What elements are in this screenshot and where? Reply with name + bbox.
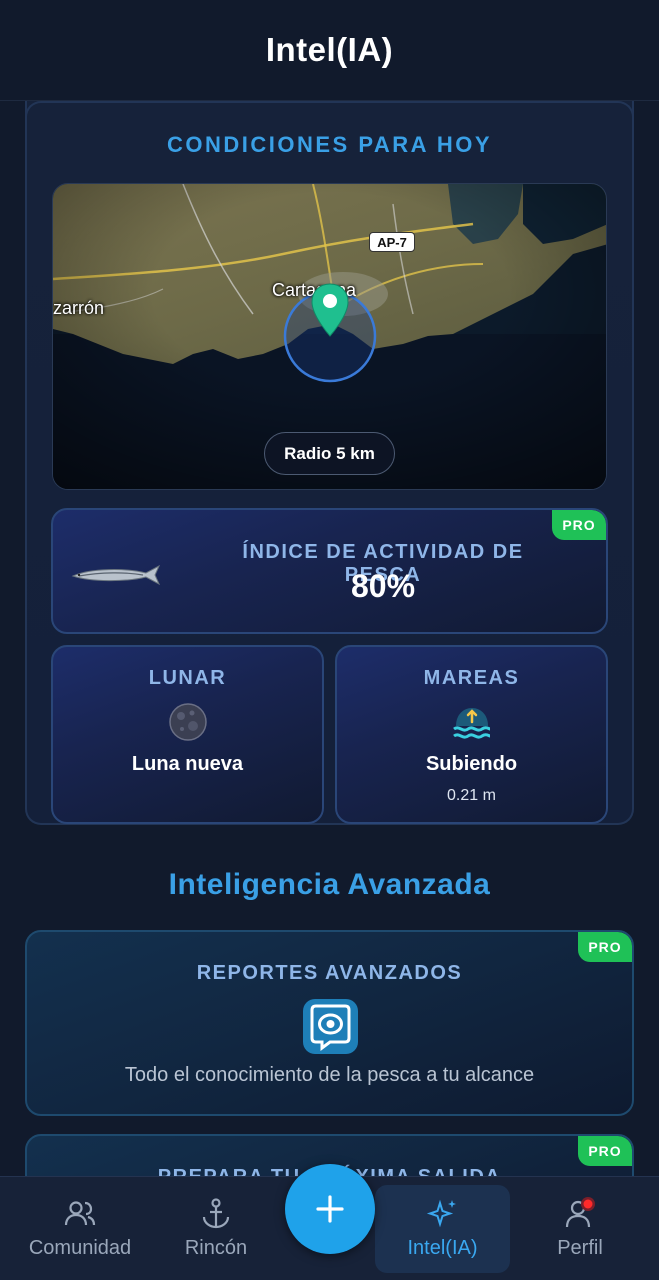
advanced-reports-label: REPORTES AVANZADOS: [196, 962, 463, 984]
conditions-title: CONDICIONES PARA HOY: [166, 132, 493, 157]
lunar-label: LUNAR: [148, 667, 227, 689]
app-header: Intel(IA): [0, 0, 659, 101]
location-pin-icon[interactable]: [309, 282, 351, 338]
nav-label-corner: Rincón: [184, 1237, 248, 1259]
pro-badge: PRO: [578, 932, 632, 962]
lunar-value: Luna nueva: [131, 753, 244, 775]
pro-badge: PRO: [578, 1136, 632, 1166]
nav-item-community[interactable]: Comunidad: [20, 1177, 140, 1280]
fish-icon: [71, 564, 161, 586]
advanced-reports-description: Todo el conocimiento de la pesca a tu al…: [124, 1064, 535, 1086]
activity-index-value: 80%: [350, 568, 416, 604]
profile-icon: [565, 1197, 595, 1228]
eye-chat-icon: [303, 999, 358, 1054]
page-title: Intel(IA): [265, 31, 394, 68]
nav-label-profile: Perfil: [557, 1237, 603, 1259]
nav-label-intel: Intel(IA): [407, 1237, 478, 1259]
nav-item-corner[interactable]: Rincón: [160, 1177, 272, 1280]
map-town-label: zarrón: [53, 298, 105, 318]
nav-item-profile[interactable]: Perfil: [530, 1177, 630, 1280]
advanced-intelligence-title: Inteligencia Avanzada: [168, 868, 491, 901]
moon-icon: [168, 703, 207, 741]
plus-icon: [316, 1195, 344, 1223]
nav-item-intel[interactable]: Intel(IA): [375, 1185, 510, 1273]
pro-badge: PRO: [552, 510, 606, 540]
tides-label: MAREAS: [423, 667, 520, 689]
lunar-card[interactable]: LUNAR Luna nueva: [51, 645, 324, 824]
add-button[interactable]: [285, 1164, 375, 1254]
conditions-panel-top-border: [25, 101, 634, 121]
advanced-reports-card[interactable]: PRO REPORTES AVANZADOS Todo el conocimie…: [25, 930, 634, 1116]
tides-card[interactable]: MAREAS Subiendo 0.21 m: [335, 645, 608, 824]
anchor-icon: [202, 1198, 230, 1229]
radius-chip[interactable]: Radio 5 km: [264, 432, 395, 475]
sparkle-icon: [426, 1199, 456, 1228]
community-icon: [64, 1201, 96, 1226]
road-badge: AP-7: [369, 232, 415, 252]
nav-label-community: Comunidad: [28, 1237, 132, 1259]
tide-icon: [452, 708, 490, 739]
tides-value: Subiendo: [425, 753, 518, 775]
tides-height: 0.21 m: [447, 787, 496, 804]
activity-index-card[interactable]: PRO ÍNDICE DE ACTIVIDAD DE PESCA 80%: [51, 508, 608, 634]
